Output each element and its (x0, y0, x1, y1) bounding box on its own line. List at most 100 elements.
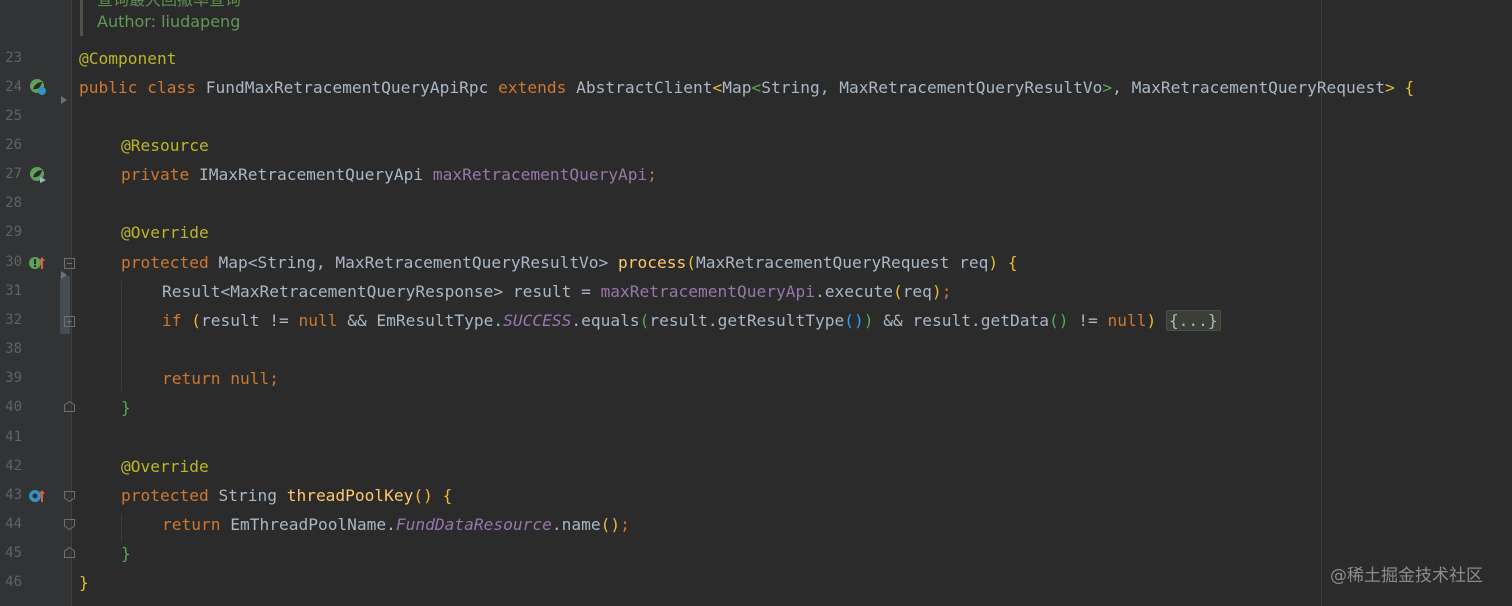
code-line-42[interactable]: @Override (121, 452, 209, 481)
collapse-arrow-icon[interactable] (59, 270, 69, 280)
semicolon-token: ; (620, 515, 630, 534)
watermark: @稀土掘金技术社区 (1330, 566, 1483, 586)
line-number[interactable]: 25 (0, 102, 22, 131)
indent-guide (121, 514, 122, 542)
expr-token: && result.getData (873, 311, 1049, 330)
code-line-39[interactable]: return null; (162, 364, 279, 393)
line-number[interactable]: 27 (0, 160, 22, 189)
paren-token: ( (191, 311, 201, 330)
line-number[interactable]: 32 (0, 306, 22, 335)
paren-token: ) (988, 253, 999, 272)
brace-token: { (1404, 78, 1415, 97)
indent-guide (121, 281, 122, 391)
line-number[interactable]: 41 (0, 423, 22, 452)
code-line-26[interactable]: @Resource (121, 131, 209, 160)
code-line-45[interactable]: } (121, 539, 131, 568)
type-token: IMaxRetracementQueryApi (198, 165, 424, 184)
annotation-token: @Component (79, 49, 177, 68)
line-number[interactable]: 45 (0, 539, 22, 568)
line-number[interactable]: 30 (0, 248, 22, 277)
fold-icon[interactable] (64, 316, 75, 327)
line-number[interactable]: 46 (0, 568, 22, 597)
line-number[interactable]: 44 (0, 510, 22, 539)
code-line-40[interactable]: } (121, 393, 131, 422)
semicolon-token: ; (269, 369, 279, 388)
keyword-token: extends (498, 78, 567, 97)
type-token: String, MaxRetracementQueryResultVo (761, 78, 1103, 97)
paren-token: ) (863, 311, 874, 330)
keyword-token: return (162, 369, 221, 388)
brace-token: } (79, 573, 89, 592)
brace-token: { (1007, 253, 1018, 272)
doc-comment-bar (80, 0, 83, 36)
type-token: Map<String, MaxRetracementQueryResultVo> (218, 253, 609, 272)
collapse-arrow-icon[interactable] (59, 95, 69, 105)
paren-token: () (413, 486, 433, 505)
line-number[interactable]: 29 (0, 218, 22, 247)
spring-bean-icon[interactable] (29, 78, 47, 96)
line-number[interactable]: 31 (0, 277, 22, 306)
enum-constant-token: FundDataResource (395, 515, 552, 534)
spring-autowired-icon[interactable] (29, 166, 47, 184)
code-line-44[interactable]: return EmThreadPoolName.FundDataResource… (162, 510, 630, 539)
keyword-token: class (147, 78, 196, 97)
paren-token: ) (1146, 311, 1157, 330)
fold-icon[interactable] (64, 258, 75, 269)
paren-token: () (1048, 311, 1069, 330)
expr-token: result != (201, 311, 299, 330)
line-number[interactable]: 38 (0, 335, 22, 364)
type-token: Result<MaxRetracementQueryResponse> resu… (162, 282, 601, 301)
code-line-23[interactable]: @Component (79, 44, 176, 73)
code-line-30[interactable]: protected Map<String, MaxRetracementQuer… (121, 248, 1018, 277)
keyword-token: if (162, 311, 182, 330)
code-line-24[interactable]: public class FundMaxRetracementQueryApiR… (79, 73, 1414, 102)
bracket-token: > (1385, 78, 1395, 97)
annotation-token: @Resource (121, 136, 209, 155)
keyword-token: return (162, 515, 221, 534)
semicolon-token: ; (941, 282, 952, 301)
code-line-29[interactable]: @Override (121, 218, 209, 247)
keyword-token: null (1107, 311, 1147, 330)
line-number[interactable]: 39 (0, 364, 22, 393)
class-ref-token: EmThreadPoolName. (230, 515, 396, 534)
class-name-token: FundMaxRetracementQueryApiRpc (205, 78, 489, 97)
line-number[interactable]: 24 (0, 73, 22, 102)
line-number[interactable]: 42 (0, 452, 22, 481)
fold-icon[interactable] (64, 547, 75, 558)
keyword-token: null (298, 311, 338, 330)
folded-block[interactable]: {...} (1165, 310, 1221, 331)
keyword-token: public (79, 78, 138, 97)
paren-token: ) (931, 282, 942, 301)
call-token: result.getResultType (649, 311, 845, 330)
semicolon-token: ; (647, 165, 658, 184)
call-token: .execute (814, 282, 893, 301)
line-number[interactable]: 40 (0, 393, 22, 422)
paren-token: ( (686, 253, 697, 272)
override-up-arrow-icon[interactable] (28, 254, 46, 272)
bracket-token: > (1102, 78, 1113, 97)
fold-icon[interactable] (64, 519, 75, 530)
code-line-31[interactable]: Result<MaxRetracementQueryResponse> resu… (162, 277, 951, 306)
paren-token: () (844, 311, 864, 330)
code-line-46[interactable]: } (79, 568, 89, 597)
gutter-divider (71, 0, 72, 606)
code-line-43[interactable]: protected String threadPoolKey() { (121, 481, 452, 510)
type-token: , MaxRetracementQueryRequest (1112, 78, 1386, 97)
brace-token: } (121, 398, 131, 417)
code-line-32[interactable]: if (result != null && EmResultType.SUCCE… (162, 306, 1221, 335)
enum-constant-token: SUCCESS (503, 311, 572, 330)
keyword-token: protected (121, 486, 209, 505)
line-number[interactable]: 26 (0, 131, 22, 160)
code-line-27[interactable]: private IMaxRetracementQueryApi maxRetra… (121, 160, 657, 189)
method-name-token: process (618, 253, 687, 272)
line-number[interactable]: 23 (0, 44, 22, 73)
override-target-icon[interactable] (28, 487, 46, 505)
fold-icon[interactable] (64, 491, 75, 502)
line-number[interactable]: 28 (0, 189, 22, 218)
fold-icon[interactable] (64, 401, 75, 412)
line-number[interactable]: 43 (0, 481, 22, 510)
expr-token: != (1068, 311, 1108, 330)
code-editor[interactable]: 查询最大回撤率查询 Author: liudapeng 23 24 25 26 … (0, 0, 1512, 606)
keyword-token: private (121, 165, 190, 184)
doc-comment-author: Author: liudapeng (97, 12, 241, 31)
